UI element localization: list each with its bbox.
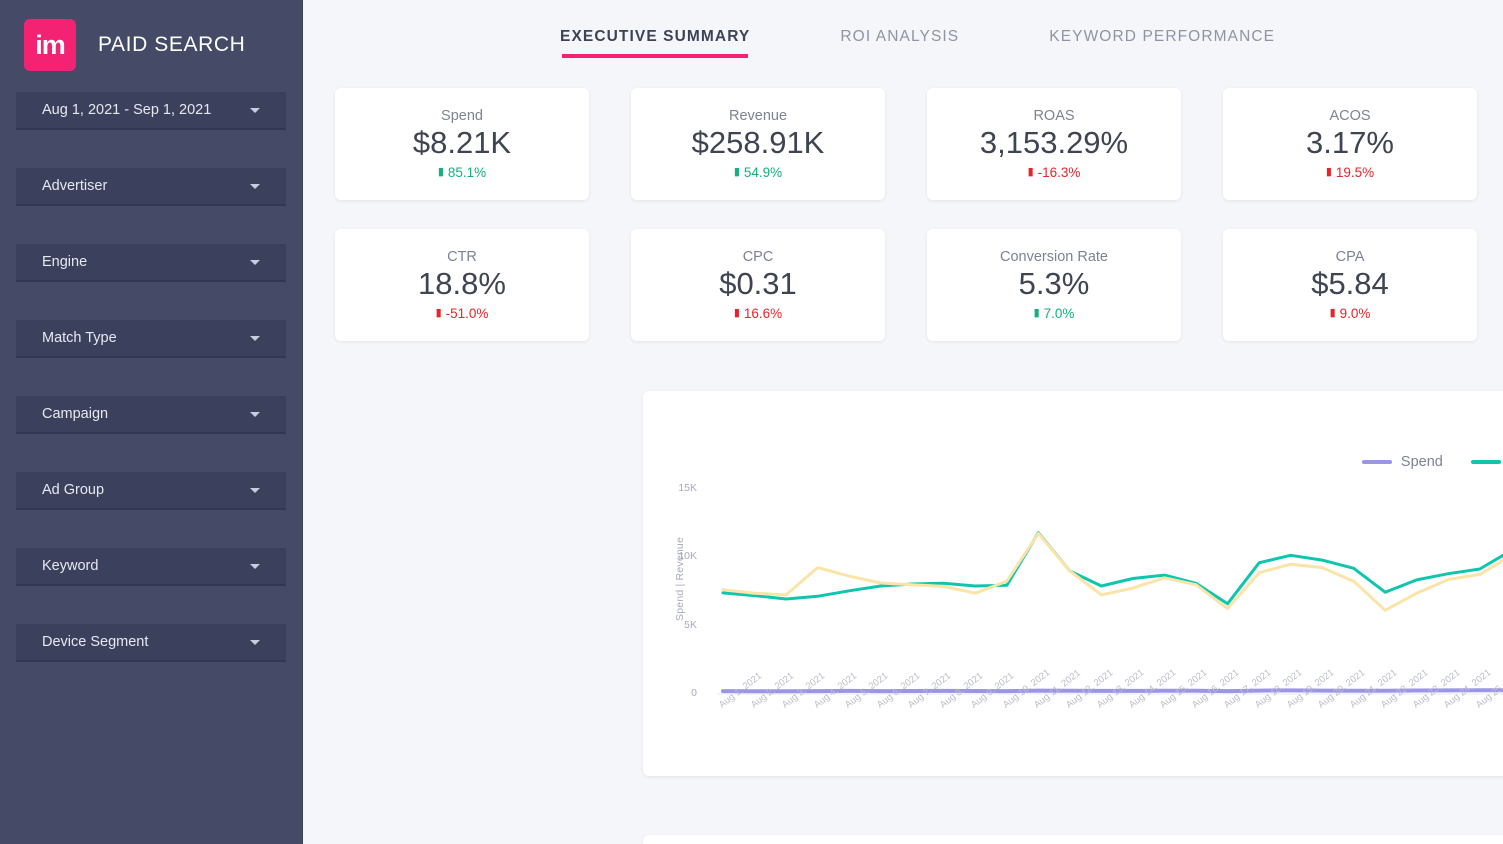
arrow-up-icon: ▮: [734, 308, 740, 319]
kpi-card-conversion-rate[interactable]: Conversion Rate 5.3% ▮ 7.0%: [927, 229, 1181, 341]
kpi-card-roas[interactable]: ROAS 3,153.29% ▮ -16.3%: [927, 88, 1181, 200]
kpi-delta-value: 9.0%: [1340, 306, 1371, 321]
trend-chart-card: Spend Revenue ROAS Spend | Revenue ROAS …: [643, 391, 1503, 776]
app-logo: im: [24, 19, 76, 71]
kpi-delta-value: 85.1%: [448, 165, 486, 180]
main-content: EXECUTIVE SUMMARY ROI ANALYSIS KEYWORD P…: [303, 0, 1503, 844]
kpi-label: ROAS: [1033, 108, 1074, 124]
kpi-delta-value: 54.9%: [744, 165, 782, 180]
filter-label: Advertiser: [42, 178, 107, 194]
kpi-delta: ▮ 85.1%: [438, 165, 486, 180]
sidebar-filter-match-type[interactable]: Match Type: [16, 320, 286, 358]
kpi-card-revenue[interactable]: Revenue $258.91K ▮ 54.9%: [631, 88, 885, 200]
chevron-down-icon: [250, 336, 260, 341]
kpi-value: 3,153.29%: [980, 126, 1128, 161]
kpi-delta: ▮ 7.0%: [1034, 306, 1075, 321]
kpi-delta-value: 16.6%: [744, 306, 782, 321]
arrow-down-icon: ▮: [436, 308, 442, 319]
sidebar-filter-ad-group[interactable]: Ad Group: [16, 472, 286, 510]
tab-bar: EXECUTIVE SUMMARY ROI ANALYSIS KEYWORD P…: [303, 0, 1503, 88]
app-title: PAID SEARCH: [98, 33, 245, 57]
kpi-card-grid: Spend $8.21K ▮ 85.1% Revenue $258.91K ▮ …: [303, 88, 1503, 341]
kpi-delta: ▮ 16.6%: [734, 306, 782, 321]
kpi-label: CTR: [447, 249, 477, 265]
filter-list: Aug 1, 2021 - Sep 1, 2021 Advertiser Eng…: [0, 70, 302, 662]
sidebar-filter-campaign[interactable]: Campaign: [16, 396, 286, 434]
kpi-card-ctr[interactable]: CTR 18.8% ▮ -51.0%: [335, 229, 589, 341]
tab-roi-analysis[interactable]: ROI ANALYSIS: [840, 28, 959, 58]
tab-executive-summary[interactable]: EXECUTIVE SUMMARY: [560, 28, 750, 58]
legend-item-revenue[interactable]: Revenue: [1471, 454, 1503, 470]
arrow-up-icon: ▮: [1034, 308, 1040, 319]
kpi-delta-value: -16.3%: [1038, 165, 1081, 180]
kpi-value: 3.17%: [1306, 126, 1394, 161]
kpi-label: Spend: [441, 108, 483, 124]
kpi-card-spend[interactable]: Spend $8.21K ▮ 85.1%: [335, 88, 589, 200]
x-axis-labels: Aug 1, 2021Aug 2, 2021Aug 3, 2021Aug 4, …: [643, 694, 1503, 774]
kpi-value: 5.3%: [1019, 267, 1090, 302]
kpi-delta-value: 7.0%: [1044, 306, 1075, 321]
legend-swatch-spend: [1362, 460, 1392, 464]
arrow-up-icon: ▮: [734, 167, 740, 178]
kpi-delta-value: 19.5%: [1336, 165, 1374, 180]
kpi-card-cpc[interactable]: CPC $0.31 ▮ 16.6%: [631, 229, 885, 341]
series-line-roas: [723, 533, 1503, 610]
kpi-label: Revenue: [729, 108, 787, 124]
sidebar-filter-keyword[interactable]: Keyword: [16, 548, 286, 586]
chart-legend: Spend Revenue ROAS: [1362, 454, 1503, 470]
chevron-down-icon: [250, 108, 260, 113]
kpi-delta-value: -51.0%: [446, 306, 489, 321]
arrow-up-icon: ▮: [1326, 167, 1332, 178]
kpi-label: Conversion Rate: [1000, 249, 1108, 265]
kpi-card-acos[interactable]: ACOS 3.17% ▮ 19.5%: [1223, 88, 1477, 200]
kpi-label: CPA: [1336, 249, 1365, 265]
legend-label: Spend: [1401, 454, 1443, 470]
kpi-value: $258.91K: [692, 126, 825, 161]
date-range-label: Aug 1, 2021 - Sep 1, 2021: [42, 102, 211, 118]
chevron-down-icon: [250, 260, 260, 265]
date-range-selector[interactable]: Aug 1, 2021 - Sep 1, 2021: [16, 92, 286, 130]
kpi-delta: ▮ 54.9%: [734, 165, 782, 180]
filter-label: Device Segment: [42, 634, 148, 650]
dashboard-root: im PAID SEARCH Aug 1, 2021 - Sep 1, 2021…: [0, 0, 1503, 844]
chevron-down-icon: [250, 640, 260, 645]
sidebar-filter-advertiser[interactable]: Advertiser: [16, 168, 286, 206]
brand: im PAID SEARCH: [0, 0, 302, 70]
filter-label: Campaign: [42, 406, 108, 422]
kpi-card-cpa[interactable]: CPA $5.84 ▮ 9.0%: [1223, 229, 1477, 341]
chart-plot-area: Spend | Revenue ROAS 05K10K15K 0%2,000%4…: [643, 479, 1503, 776]
sidebar: im PAID SEARCH Aug 1, 2021 - Sep 1, 2021…: [0, 0, 303, 844]
kpi-label: CPC: [743, 249, 774, 265]
filter-label: Engine: [42, 254, 87, 270]
kpi-value: 18.8%: [418, 267, 506, 302]
chevron-down-icon: [250, 184, 260, 189]
kpi-label: ACOS: [1329, 108, 1370, 124]
chevron-down-icon: [250, 488, 260, 493]
chevron-down-icon: [250, 564, 260, 569]
filter-label: Keyword: [42, 558, 98, 574]
arrow-down-icon: ▮: [1028, 167, 1034, 178]
chevron-down-icon: [250, 412, 260, 417]
tab-keyword-performance[interactable]: KEYWORD PERFORMANCE: [1049, 28, 1275, 58]
kpi-value: $0.31: [719, 267, 797, 302]
kpi-value: $8.21K: [413, 126, 511, 161]
arrow-up-icon: ▮: [438, 167, 444, 178]
sidebar-filter-engine[interactable]: Engine: [16, 244, 286, 282]
filter-label: Match Type: [42, 330, 117, 346]
kpi-delta: ▮ 19.5%: [1326, 165, 1374, 180]
sidebar-filter-device-segment[interactable]: Device Segment: [16, 624, 286, 662]
kpi-delta: ▮ -51.0%: [436, 306, 489, 321]
next-card-peek: [643, 835, 1503, 844]
legend-swatch-revenue: [1471, 460, 1501, 464]
filter-label: Ad Group: [42, 482, 104, 498]
kpi-delta: ▮ 9.0%: [1330, 306, 1371, 321]
kpi-delta: ▮ -16.3%: [1028, 165, 1081, 180]
kpi-value: $5.84: [1311, 267, 1389, 302]
legend-item-spend[interactable]: Spend: [1362, 454, 1443, 470]
arrow-up-icon: ▮: [1330, 308, 1336, 319]
